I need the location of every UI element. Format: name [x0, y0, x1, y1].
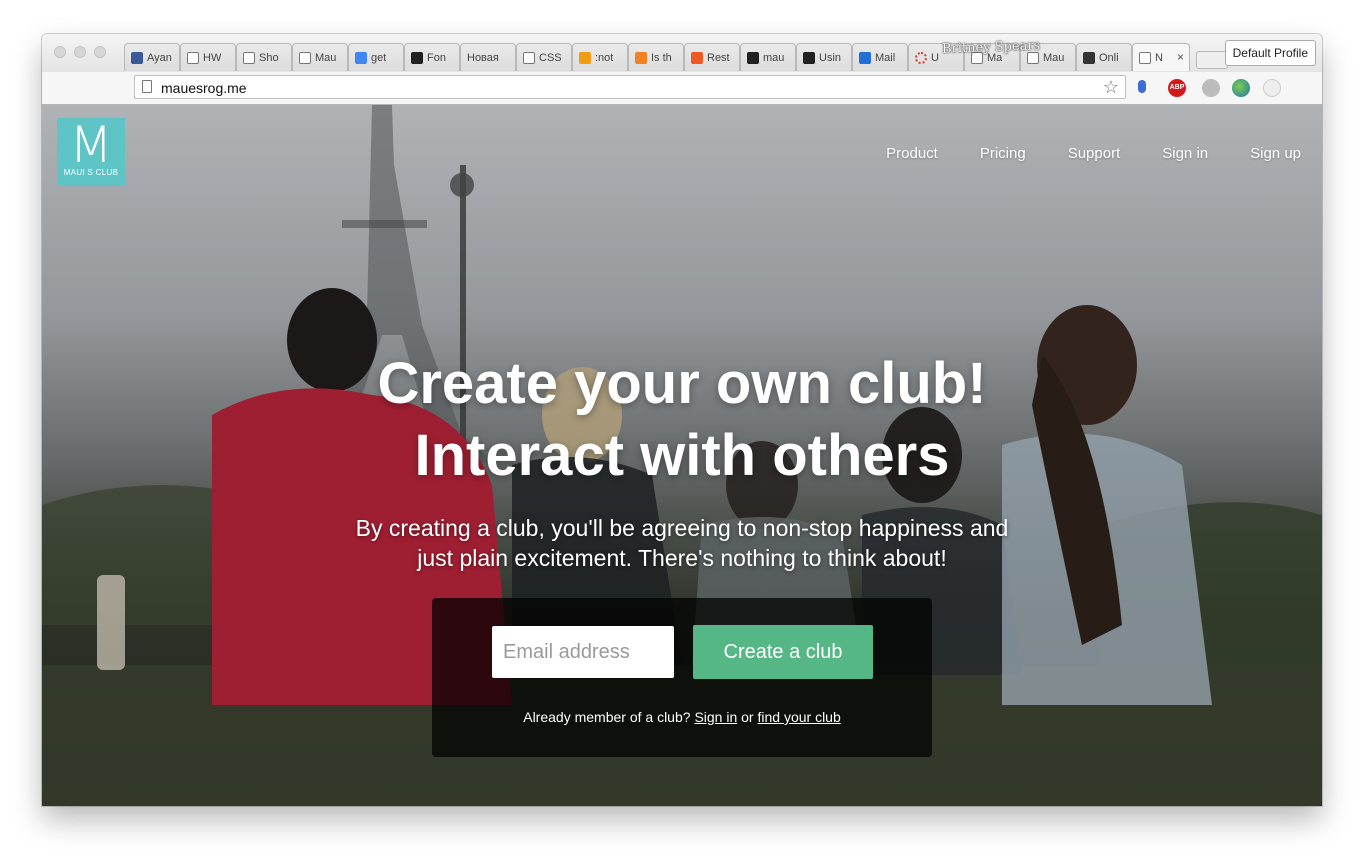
tab-label: Sho: [259, 51, 279, 64]
nav-product[interactable]: Product: [886, 145, 938, 162]
tab-label: Usin: [819, 51, 842, 64]
logo-text: MAUI S CLUB: [63, 168, 119, 177]
asterisk-icon: [579, 51, 591, 64]
tab-label: CSS: [539, 51, 562, 64]
tab-label: Fon: [427, 51, 446, 64]
page-icon: [243, 51, 255, 64]
site-logo[interactable]: M MAUI S CLUB: [57, 118, 125, 186]
stack-icon: [635, 51, 647, 64]
member-or-text: or: [741, 709, 754, 725]
site-nav: Product Pricing Support Sign in Sign up: [886, 145, 1301, 162]
address-bar[interactable]: mauesrog.me ☆: [134, 75, 1126, 99]
tab-label: Is th: [651, 51, 672, 64]
browser-tab[interactable]: Rest: [684, 43, 740, 71]
browser-tab[interactable]: :not: [572, 43, 628, 71]
sign-in-link[interactable]: Sign in: [694, 709, 737, 725]
close-tab-icon[interactable]: ×: [1177, 50, 1184, 64]
page-icon: [523, 51, 535, 64]
mail-icon: [859, 51, 871, 64]
wave-icon: [691, 51, 703, 64]
browser-tab[interactable]: Mail: [852, 43, 908, 71]
tab-label: Mail: [875, 51, 896, 64]
close-window-button[interactable]: [54, 46, 66, 58]
tab-label: Ayan: [147, 51, 172, 64]
tab-strip: Ayan HW Sho Mau get Fon Новая CSS :not Is th Rest m…: [124, 43, 1228, 72]
browser-tab[interactable]: Usin: [796, 43, 852, 71]
nav-support[interactable]: Support: [1068, 145, 1121, 162]
browser-tab[interactable]: Новая: [460, 43, 516, 71]
tab-label: U: [931, 51, 939, 64]
logo-letter: M: [69, 116, 113, 174]
tab-label: HW: [203, 51, 222, 64]
tab-label: :not: [595, 51, 614, 64]
hero-title: Create your own club! Interact with othe…: [42, 348, 1322, 492]
browser-tab[interactable]: Onli: [1076, 43, 1132, 71]
tab-label: mau: [763, 51, 785, 64]
tab-label: Mau: [1043, 51, 1065, 64]
browser-tab[interactable]: N ×: [1132, 43, 1190, 71]
member-prompt-text: Already member of a club?: [523, 709, 691, 725]
github-icon: [803, 51, 815, 64]
google-icon: [355, 51, 367, 64]
page-icon: [187, 51, 199, 64]
profile-button[interactable]: Default Profile: [1224, 40, 1316, 66]
new-tab-button[interactable]: [1196, 51, 1228, 69]
browser-tab[interactable]: mau: [740, 43, 796, 71]
page-icon: [142, 80, 152, 93]
nav-sign-in[interactable]: Sign in: [1162, 145, 1208, 162]
d-icon: [1083, 51, 1095, 64]
browser-tab[interactable]: CSS: [516, 43, 572, 71]
browser-window: Ayan HW Sho Mau get Fon Новая CSS :not Is th Rest m…: [42, 34, 1322, 806]
ghostery-icon[interactable]: [1202, 79, 1220, 97]
browser-toolbar: mauesrog.me ☆ ABP: [42, 72, 1322, 105]
page-icon: [299, 51, 311, 64]
ring-icon: [915, 51, 927, 64]
extension-icon[interactable]: [1263, 79, 1281, 97]
signup-panel: Create a club Already member of a club? …: [432, 598, 932, 757]
member-prompt: Already member of a club? Sign in or fin…: [432, 709, 932, 725]
globe-icon[interactable]: [1232, 79, 1250, 97]
tab-label: Onli: [1099, 51, 1119, 64]
tab-label: Новая: [467, 51, 499, 64]
hero-subtitle: By creating a club, you'll be agreeing t…: [355, 515, 1009, 571]
tab-label: N: [1155, 51, 1163, 64]
zoom-window-button[interactable]: [94, 46, 106, 58]
browser-tab[interactable]: get: [348, 43, 404, 71]
find-club-link[interactable]: find your club: [757, 709, 840, 725]
minimize-window-button[interactable]: [74, 46, 86, 58]
tab-label: get: [371, 51, 387, 64]
email-input[interactable]: [492, 626, 674, 678]
title-bar: Ayan HW Sho Mau get Fon Новая CSS :not Is th Rest m…: [42, 34, 1322, 72]
flag-icon: [411, 51, 423, 64]
facebook-icon: [131, 51, 143, 64]
nav-pricing[interactable]: Pricing: [980, 145, 1026, 162]
create-club-button[interactable]: Create a club: [693, 625, 873, 679]
url-text: mauesrog.me: [161, 80, 247, 96]
hero-title-line2: Interact with others: [414, 423, 950, 488]
microphone-icon[interactable]: [1138, 80, 1146, 93]
window-controls: [54, 46, 106, 58]
tab-label: Mau: [315, 51, 337, 64]
browser-tab[interactable]: Mau: [292, 43, 348, 71]
browser-tab[interactable]: Ayan: [124, 43, 180, 71]
nav-sign-up[interactable]: Sign up: [1250, 145, 1301, 162]
adblock-icon[interactable]: ABP: [1168, 79, 1186, 97]
browser-tab[interactable]: Is th: [628, 43, 684, 71]
browser-tab[interactable]: Sho: [236, 43, 292, 71]
browser-tab[interactable]: HW: [180, 43, 236, 71]
page-icon: [1139, 51, 1151, 64]
tab-label: Rest: [707, 51, 730, 64]
bookmark-star-icon[interactable]: ☆: [1103, 77, 1119, 97]
browser-tab[interactable]: Fon: [404, 43, 460, 71]
hero-section: M MAUI S CLUB Product Pricing Support Si…: [42, 105, 1322, 806]
github-icon: [747, 51, 759, 64]
hero-title-line1: Create your own club!: [377, 351, 987, 416]
